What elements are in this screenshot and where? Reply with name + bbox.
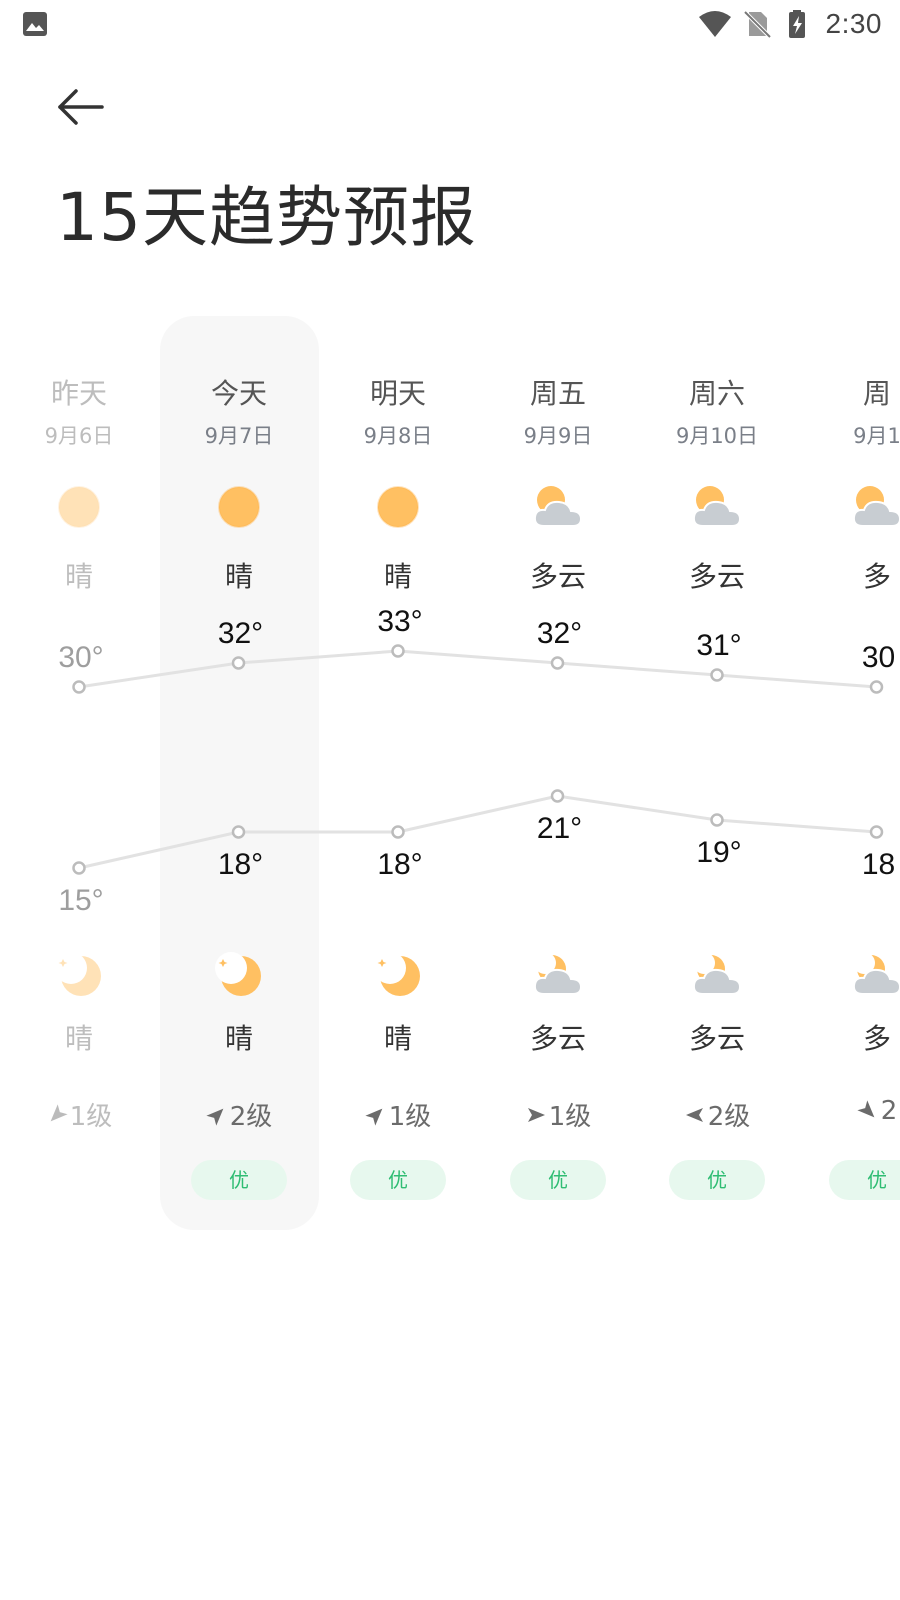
- day-column[interactable]: 今天 9月7日晴晴 2级优: [159, 300, 319, 1260]
- day-column[interactable]: 周 9月1 多多 2 优: [797, 300, 900, 1260]
- sun-icon: [377, 486, 419, 528]
- day-condition: 晴: [383, 560, 412, 593]
- aqi-badge: 优: [669, 1160, 765, 1200]
- wind-direction-icon: [527, 1107, 545, 1122]
- sun-icon: [58, 486, 100, 528]
- aqi-badge: 优: [829, 1160, 900, 1200]
- night-condition: 多云: [688, 1022, 745, 1055]
- day-date: 9月8日: [363, 424, 433, 448]
- forecast-content: 昨天 9月6日晴晴 1级 今天 9月7日晴晴 2级优明天 9月8日晴晴 1级优周五 9月9日 多云…: [0, 300, 900, 1260]
- day-date: 9月1: [853, 424, 900, 448]
- partly-cloudy-night-icon: [852, 952, 900, 995]
- partly-cloudy-night-icon: [533, 952, 583, 995]
- wind-level-text: 2级: [707, 1102, 751, 1132]
- day-column[interactable]: 周五 9月9日 多云 多云 1级优: [478, 300, 638, 1260]
- wind-level-text: 2: [880, 1096, 898, 1126]
- day-condition: 多: [862, 560, 891, 593]
- day-condition: 晴: [224, 560, 253, 593]
- wind-direction-icon: [857, 1100, 875, 1118]
- wind-direction-icon: [50, 1103, 68, 1121]
- wind-level: 2级: [637, 1096, 797, 1133]
- moon-icon: [374, 952, 420, 996]
- image-icon: [23, 12, 47, 36]
- night-condition: 晴: [64, 1022, 93, 1055]
- aqi-badge: 优: [350, 1160, 446, 1200]
- back-button[interactable]: [54, 84, 108, 130]
- partly-cloudy-icon: [852, 486, 900, 527]
- day-column[interactable]: 明天 9月8日晴晴 1级优: [318, 300, 478, 1260]
- wind-level-text: 1级: [548, 1102, 592, 1132]
- day-column[interactable]: 昨天 9月6日晴晴 1级: [0, 300, 159, 1260]
- wind-direction-icon: [685, 1107, 703, 1122]
- wind-level: 2级: [159, 1096, 319, 1133]
- day-condition: 多云: [529, 560, 586, 593]
- aqi-badge: 优: [510, 1160, 606, 1200]
- day-date: 9月10日: [675, 424, 759, 448]
- forecast-scroll-area[interactable]: 昨天 9月6日晴晴 1级 今天 9月7日晴晴 2级优明天 9月8日晴晴 1级优周五 9月9日 多云…: [0, 300, 900, 1260]
- status-bar: 2:30: [0, 0, 900, 48]
- day-date: 9月9日: [523, 424, 593, 448]
- moon-icon: [215, 952, 261, 996]
- status-right: 2:30: [690, 6, 883, 42]
- arrow-left-icon: [58, 89, 104, 125]
- wind-level: 2: [797, 1096, 900, 1126]
- night-condition: 晴: [383, 1022, 412, 1055]
- day-column[interactable]: 周六 9月10日 多云 多云 2级优: [637, 300, 797, 1260]
- sun-icon: [218, 486, 260, 528]
- wifi-icon: [698, 11, 731, 37]
- day-name: 周五: [529, 377, 586, 410]
- wind-level-text: 1级: [69, 1102, 113, 1132]
- partly-cloudy-icon: [533, 486, 583, 527]
- aqi-badge: 优: [191, 1160, 287, 1200]
- battery-charging-icon: [788, 10, 805, 38]
- wind-level-text: 1级: [388, 1102, 432, 1132]
- page-title: 15天趋势预报: [56, 179, 477, 256]
- moon-icon: [55, 952, 101, 996]
- day-name: 周六: [688, 377, 745, 410]
- night-condition: 多: [862, 1022, 891, 1055]
- night-condition: 多云: [529, 1022, 586, 1055]
- day-condition: 晴: [64, 560, 93, 593]
- wind-level-text: 2级: [229, 1102, 273, 1132]
- day-name: 周: [862, 377, 891, 410]
- wind-direction-icon: [206, 1108, 224, 1126]
- day-name: 昨天: [50, 377, 107, 410]
- day-name: 明天: [369, 377, 426, 410]
- wind-level: 1级: [478, 1096, 638, 1133]
- day-date: 9月6日: [44, 424, 114, 448]
- wind-level: 1级: [0, 1096, 159, 1133]
- night-condition: 晴: [224, 1022, 253, 1055]
- day-date: 9月7日: [204, 424, 274, 448]
- day-name: 今天: [210, 377, 267, 410]
- wind-direction-icon: [365, 1108, 383, 1126]
- partly-cloudy-icon: [692, 486, 742, 527]
- partly-cloudy-night-icon: [692, 952, 742, 995]
- status-time: 2:30: [825, 8, 882, 39]
- day-condition: 多云: [688, 560, 745, 593]
- wind-level: 1级: [318, 1096, 478, 1133]
- no-sim-icon: [743, 10, 771, 39]
